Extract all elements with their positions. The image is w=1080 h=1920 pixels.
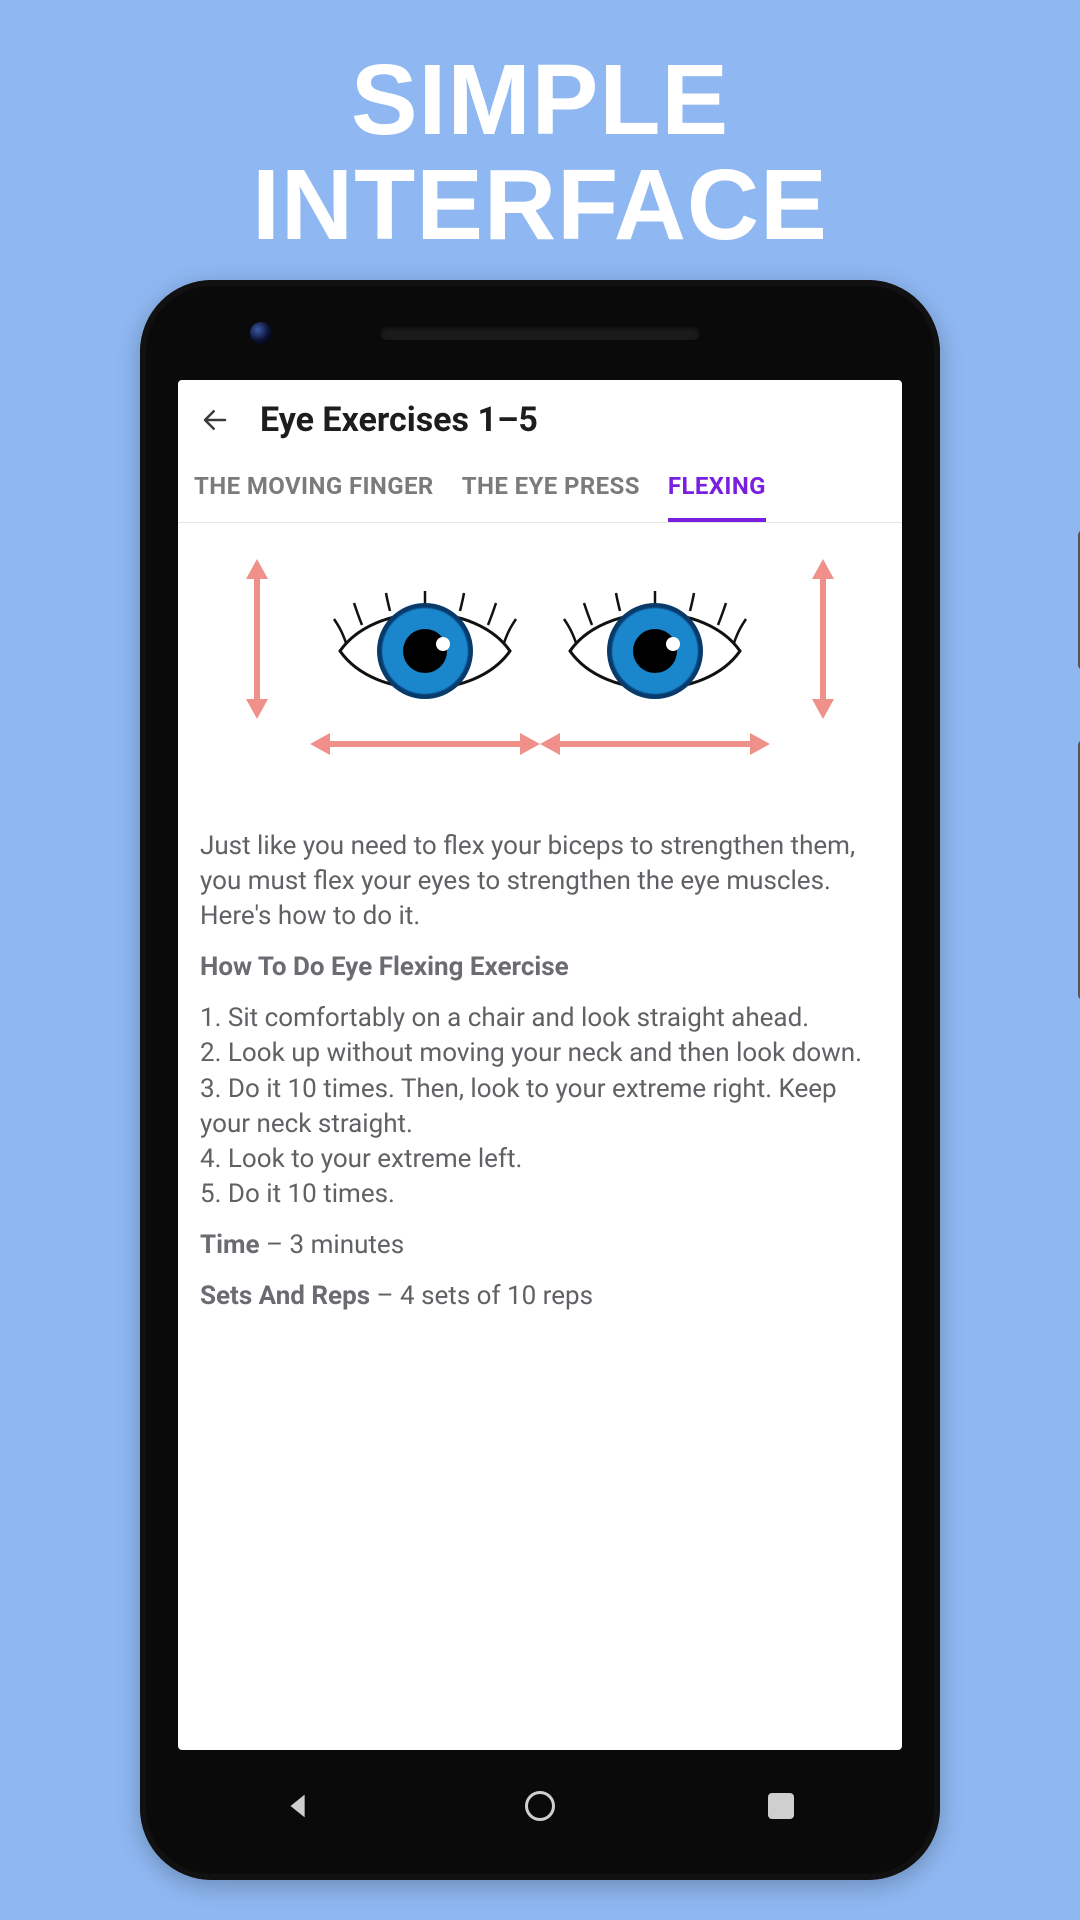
back-button[interactable]	[198, 403, 232, 437]
nav-home-button[interactable]	[470, 1791, 610, 1821]
arrow-vertical-left-icon	[254, 579, 260, 699]
nav-back-button[interactable]	[229, 1789, 369, 1823]
tab-flexing[interactable]: FLEXING	[668, 472, 766, 522]
arrow-horizontal-right-icon	[560, 741, 750, 747]
promo-headline: SIMPLE INTERFACE	[0, 48, 1080, 258]
app-header: Eye Exercises 1–5	[178, 380, 902, 450]
tab-moving-finger[interactable]: THE MOVING FINGER	[194, 472, 434, 522]
time-value: – 3 minutes	[260, 1230, 405, 1260]
time-row: Time – 3 minutes	[200, 1228, 880, 1263]
step-2: 2. Look up without moving your neck and …	[200, 1036, 880, 1071]
promo-line-1: SIMPLE	[0, 48, 1080, 153]
triangle-back-icon	[282, 1789, 316, 1823]
phone-speaker	[380, 326, 700, 340]
intro-text: Just like you need to flex your biceps t…	[200, 829, 880, 934]
arrow-left-icon	[200, 405, 230, 435]
eye-left-icon	[330, 591, 520, 711]
sets-label: Sets And Reps	[200, 1281, 370, 1311]
eye-right-icon	[560, 591, 750, 711]
step-4: 4. Look to your extreme left.	[200, 1142, 880, 1177]
system-nav-bar	[178, 1762, 902, 1850]
page-title: Eye Exercises 1–5	[260, 400, 538, 440]
tab-bar: THE MOVING FINGER THE EYE PRESS FLEXING	[178, 450, 902, 523]
arrow-horizontal-left-icon	[330, 741, 520, 747]
sets-value: – 4 sets of 10 reps	[370, 1281, 593, 1311]
step-3: 3. Do it 10 times. Then, look to your ex…	[200, 1072, 880, 1142]
arrow-vertical-right-icon	[820, 579, 826, 699]
promo-line-2: INTERFACE	[0, 153, 1080, 258]
square-recents-icon	[768, 1793, 794, 1819]
howto-heading: How To Do Eye Flexing Exercise	[200, 950, 880, 985]
nav-recents-button[interactable]	[711, 1793, 851, 1819]
sets-row: Sets And Reps – 4 sets of 10 reps	[200, 1279, 880, 1314]
circle-home-icon	[525, 1791, 555, 1821]
phone-front-camera	[250, 322, 272, 344]
tab-eye-press[interactable]: THE EYE PRESS	[462, 472, 640, 522]
step-1: 1. Sit comfortably on a chair and look s…	[200, 1001, 880, 1036]
time-label: Time	[200, 1230, 260, 1260]
exercise-content: Just like you need to flex your biceps t…	[178, 811, 902, 1354]
app-screen: Eye Exercises 1–5 THE MOVING FINGER THE …	[178, 380, 902, 1750]
exercise-illustration	[178, 523, 902, 811]
step-5: 5. Do it 10 times.	[200, 1177, 880, 1212]
phone-frame: Eye Exercises 1–5 THE MOVING FINGER THE …	[140, 280, 940, 1880]
